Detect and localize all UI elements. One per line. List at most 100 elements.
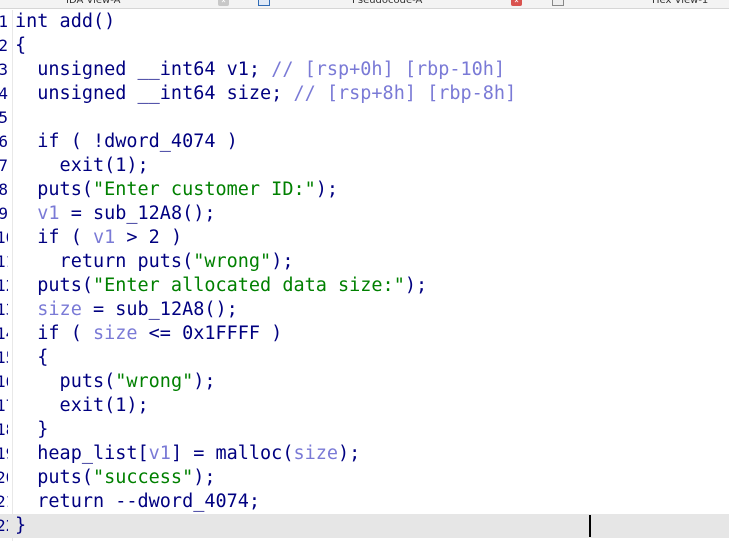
line-number: 1 — [0, 12, 8, 31]
code-line[interactable]: 4 unsigned __int64 size; // [rsp+8h] [rb… — [0, 82, 729, 106]
code-token: exit(1); — [15, 395, 149, 416]
line-number: 9 — [0, 204, 8, 223]
code-token: size — [92, 323, 138, 344]
code-token: return --dword_4074; — [15, 491, 261, 512]
code-token: unsigned __int64 v1; — [15, 59, 272, 80]
code-text: exit(1); — [15, 154, 149, 178]
code-token: "wrong" — [193, 251, 272, 272]
code-text: size = sub_12A8(); — [15, 298, 238, 322]
code-line[interactable]: 15 { — [0, 346, 729, 370]
code-token: ] = malloc( — [170, 443, 294, 464]
code-line[interactable]: 14 if ( size <= 0x1FFFF ) — [0, 322, 729, 346]
code-line[interactable]: 17 exit(1); — [0, 394, 729, 418]
code-token: > 2 ) — [115, 227, 183, 248]
tab-bar: IDA View-A × Pseudocode-A × Hex View-1 — [0, 0, 729, 9]
code-token: if ( — [15, 323, 93, 344]
hex-view-icon — [552, 0, 564, 6]
code-text: puts("Enter customer ID:"); — [15, 178, 338, 202]
code-token: ); — [193, 371, 216, 392]
code-token: v1 — [92, 227, 116, 248]
code-token: // [rsp+0h] [rbp-10h] — [271, 59, 506, 80]
code-line[interactable]: 2{ — [0, 34, 729, 58]
code-line[interactable]: 22} — [0, 514, 729, 538]
code-token: puts( — [15, 275, 93, 296]
code-token: puts( — [15, 371, 116, 392]
code-line[interactable]: 21 return --dword_4074; — [0, 490, 729, 514]
code-text: } — [15, 418, 48, 442]
code-token: if ( !dword_4074 ) — [15, 131, 238, 152]
code-token: = sub_12A8(); — [81, 299, 238, 320]
code-token: return puts( — [15, 251, 194, 272]
code-text: heap_list[v1] = malloc(size); — [15, 442, 360, 466]
code-line[interactable]: 20 puts("success"); — [0, 466, 729, 490]
code-text: { — [15, 346, 48, 370]
code-token: v1 — [148, 443, 171, 464]
code-text: v1 = sub_12A8(); — [15, 202, 216, 226]
code-token: heap_list[ — [15, 443, 149, 464]
code-line[interactable]: 11 return puts("wrong"); — [0, 250, 729, 274]
line-number: 15 — [0, 348, 8, 367]
code-line[interactable]: 9 v1 = sub_12A8(); — [0, 202, 729, 226]
close-icon[interactable]: × — [218, 0, 229, 6]
line-number: 6 — [0, 132, 8, 151]
code-token: <= 0x1FFFF ) — [137, 323, 283, 344]
line-number: 20 — [0, 468, 8, 487]
code-line[interactable]: 19 heap_list[v1] = malloc(size); — [0, 442, 729, 466]
code-token: int add() — [15, 11, 116, 32]
code-token: { — [15, 35, 27, 56]
code-line[interactable]: 7 exit(1); — [0, 154, 729, 178]
code-token: v1 — [37, 203, 60, 224]
code-text: if ( v1 > 2 ) — [15, 226, 182, 250]
code-token: { — [15, 347, 49, 368]
code-line[interactable]: 1 int add() — [0, 10, 729, 34]
line-number: 12 — [0, 276, 8, 295]
code-token: size — [293, 443, 339, 464]
code-token: = sub_12A8(); — [59, 203, 216, 224]
code-token: ); — [271, 251, 294, 272]
code-line[interactable]: 10 if ( v1 > 2 ) — [0, 226, 729, 250]
code-token: "Enter allocated data size:" — [92, 275, 405, 296]
code-token: ); — [338, 443, 361, 464]
code-token: // [rsp+8h] [rbp-8h] — [293, 83, 517, 104]
code-token: ); — [193, 467, 216, 488]
line-number: 16 — [0, 372, 8, 391]
close-icon[interactable]: × — [511, 0, 522, 6]
code-line[interactable]: 18 } — [0, 418, 729, 442]
code-token: puts( — [15, 467, 93, 488]
code-text: } — [15, 514, 26, 538]
line-number: 21 — [0, 492, 8, 511]
code-token: size — [37, 299, 82, 320]
code-text: exit(1); — [15, 394, 149, 418]
tab-ida-view[interactable]: IDA View-A — [66, 0, 120, 8]
code-text: if ( !dword_4074 ) — [15, 130, 238, 154]
tab-hex-view[interactable]: Hex View-1 — [652, 0, 708, 8]
line-number: 19 — [0, 444, 8, 463]
code-line[interactable]: 13 size = sub_12A8(); — [0, 298, 729, 322]
line-number: 11 — [0, 252, 8, 271]
line-number: 22 — [0, 516, 8, 535]
code-line[interactable]: 6 if ( !dword_4074 ) — [0, 130, 729, 154]
code-line[interactable]: 8 puts("Enter customer ID:"); — [0, 178, 729, 202]
line-number: 7 — [0, 156, 8, 175]
code-line[interactable]: 16 puts("wrong"); — [0, 370, 729, 394]
code-line[interactable]: 12 puts("Enter allocated data size:"); — [0, 274, 729, 298]
pseudocode-editor[interactable]: 1 int add() 2{3 unsigned __int64 v1; // [r… — [0, 10, 729, 541]
text-caret — [589, 515, 591, 537]
code-token: } — [15, 419, 49, 440]
code-token: } — [15, 515, 27, 536]
pseudocode-icon — [258, 0, 270, 6]
code-line[interactable]: 3 unsigned __int64 v1; // [rsp+0h] [rbp-… — [0, 58, 729, 82]
code-line[interactable]: 5 — [0, 106, 729, 130]
code-text: { — [15, 34, 26, 58]
line-number: 5 — [0, 108, 8, 127]
code-text: puts("wrong"); — [15, 370, 216, 394]
line-number: 17 — [0, 396, 8, 415]
line-number: 4 — [0, 84, 8, 103]
tab-pseudocode[interactable]: Pseudocode-A — [352, 0, 422, 8]
code-token: exit(1); — [15, 155, 149, 176]
code-text: puts("Enter allocated data size:"); — [15, 274, 427, 298]
code-token: if ( — [15, 227, 93, 248]
code-text: unsigned __int64 v1; // [rsp+0h] [rbp-10… — [15, 58, 505, 82]
code-token: "success" — [92, 467, 194, 488]
